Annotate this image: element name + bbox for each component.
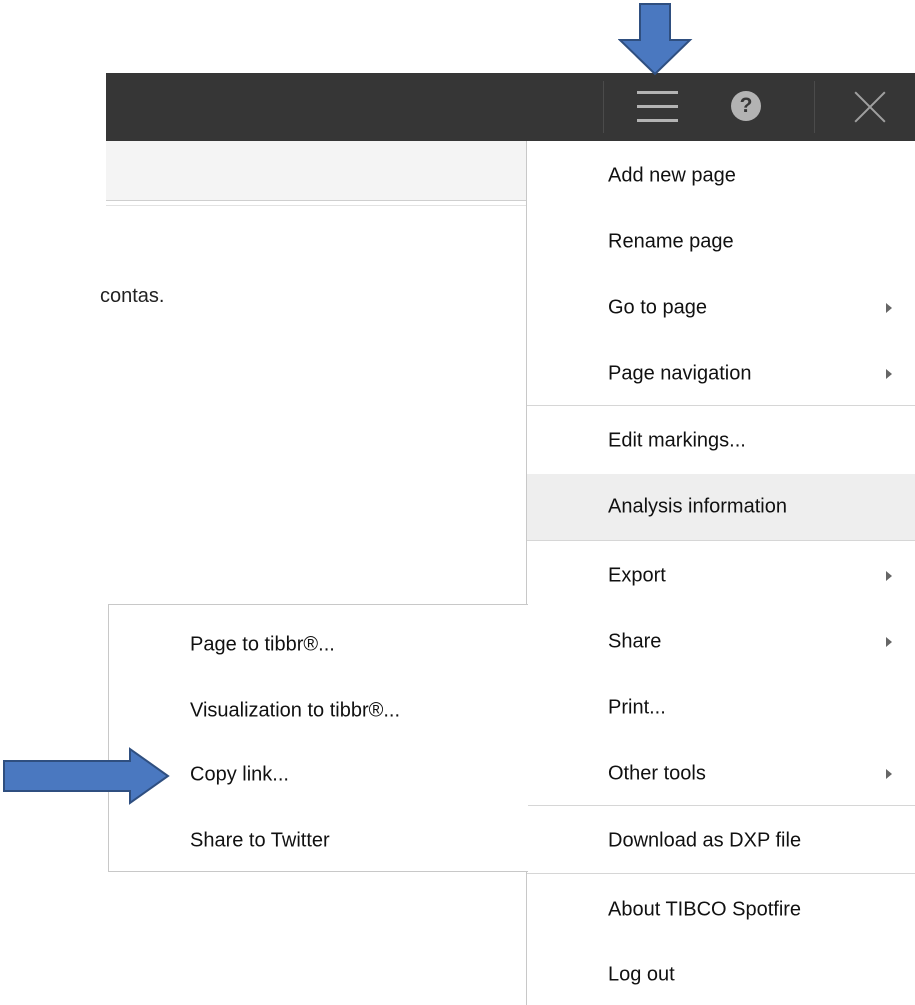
share-item-share-to-twitter[interactable]: Share to Twitter	[109, 808, 529, 874]
menu-item-label: Page navigation	[608, 362, 752, 385]
chevron-right-icon	[886, 637, 892, 647]
menu-item-export[interactable]: Export	[527, 543, 915, 609]
menu-separator	[527, 405, 915, 406]
chevron-right-icon	[886, 571, 892, 581]
share-item-label: Copy link...	[190, 763, 289, 786]
menu-item-rename-page[interactable]: Rename page	[527, 209, 915, 275]
menu-item-label: Go to page	[608, 296, 707, 319]
menu-separator	[527, 873, 915, 874]
menu-item-page-navigation[interactable]: Page navigation	[527, 341, 915, 407]
menu-item-share[interactable]: Share	[527, 609, 915, 675]
menu-item-about[interactable]: About TIBCO Spotfire	[527, 877, 915, 943]
menu-item-log-out[interactable]: Log out	[527, 942, 915, 1005]
share-item-copy-link[interactable]: Copy link...	[109, 742, 529, 808]
menu-item-label: Download as DXP file	[608, 829, 802, 852]
menu-separator	[527, 805, 915, 806]
share-item-label: Share to Twitter	[190, 829, 330, 852]
menu-item-print[interactable]: Print...	[527, 675, 915, 741]
toolbar-separator	[603, 81, 604, 133]
menu-item-edit-markings[interactable]: Edit markings...	[527, 408, 915, 474]
divider	[106, 205, 526, 206]
menu-item-label: Other tools	[608, 762, 706, 785]
chevron-right-icon	[886, 769, 892, 779]
menu-item-label: Rename page	[608, 230, 734, 253]
menu-item-label: Add new page	[608, 164, 736, 187]
hamburger-menu-icon[interactable]	[635, 91, 680, 123]
chevron-right-icon	[886, 303, 892, 313]
menu-item-download-dxp[interactable]: Download as DXP file	[527, 808, 915, 874]
share-item-page-to-tibbr[interactable]: Page to tibbr®...	[109, 612, 529, 678]
share-submenu: Page to tibbr®... Visualization to tibbr…	[108, 604, 528, 872]
main-menu: Add new page Rename page Go to page Page…	[526, 141, 915, 1005]
arrow-down-icon	[618, 3, 693, 76]
menu-item-label: Analysis information	[608, 495, 787, 518]
menu-item-label: About TIBCO Spotfire	[608, 898, 802, 921]
menu-item-other-tools[interactable]: Other tools	[527, 741, 915, 807]
menu-item-go-to-page[interactable]: Go to page	[527, 275, 915, 341]
arrow-right-icon	[3, 747, 170, 805]
page-tab-bar	[106, 141, 526, 201]
menu-item-label: Export	[608, 564, 666, 587]
menu-item-label: Log out	[608, 963, 675, 986]
toolbar-separator	[814, 81, 815, 133]
menu-item-label: Share	[608, 630, 662, 653]
help-icon[interactable]: ?	[731, 91, 761, 121]
menu-item-label: Edit markings...	[608, 429, 746, 452]
menu-item-add-new-page[interactable]: Add new page	[527, 143, 915, 209]
top-toolbar	[106, 73, 915, 141]
share-item-label: Visualization to tibbr®...	[190, 699, 401, 722]
close-icon[interactable]	[851, 88, 889, 126]
share-item-label: Page to tibbr®...	[190, 633, 335, 656]
menu-separator	[527, 540, 915, 541]
menu-item-label: Print...	[608, 696, 666, 719]
share-item-visualization-to-tibbr[interactable]: Visualization to tibbr®...	[109, 678, 529, 744]
background-text: contas.	[100, 285, 165, 307]
chevron-right-icon	[886, 369, 892, 379]
menu-item-analysis-information[interactable]: Analysis information	[527, 474, 915, 540]
